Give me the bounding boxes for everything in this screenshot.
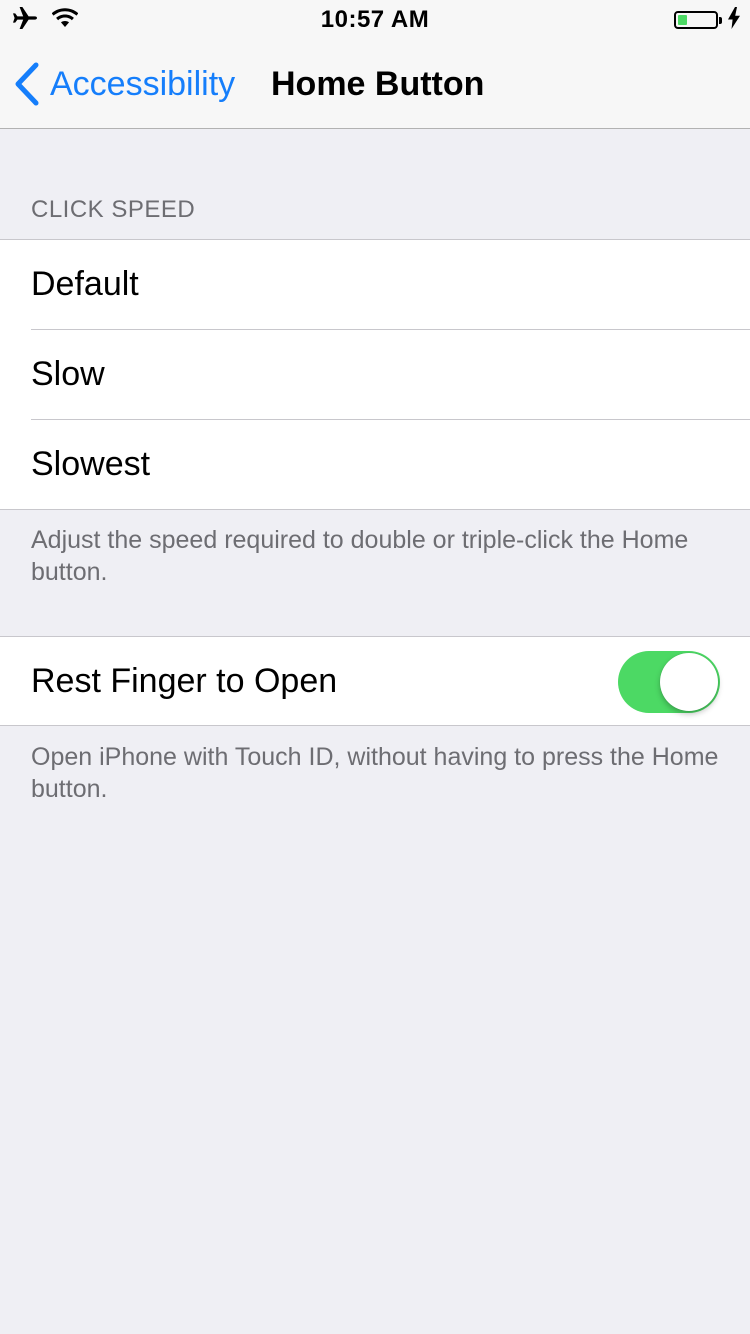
list-item-label: Slow [31, 355, 105, 393]
list-item-default[interactable]: Default [0, 240, 750, 329]
status-time: 10:57 AM [320, 6, 430, 33]
navigation-bar: Accessibility Home Button [0, 40, 750, 129]
chevron-left-icon [14, 62, 40, 106]
back-button[interactable]: Accessibility [14, 40, 235, 128]
rest-finger-label: Rest Finger to Open [31, 661, 338, 700]
charging-bolt-icon [728, 6, 740, 34]
list-item-slowest[interactable]: Slowest [31, 419, 750, 509]
rest-finger-group: Rest Finger to Open [0, 636, 750, 726]
list-item-label: Default [31, 265, 139, 303]
page-title: Home Button [271, 65, 485, 103]
list-item-label: Slowest [31, 445, 151, 483]
status-bar: 10:57 AM [0, 0, 750, 40]
click-speed-footer: Adjust the speed required to double or t… [31, 526, 689, 586]
list-item-slow[interactable]: Slow [31, 329, 750, 419]
rest-finger-toggle[interactable] [618, 651, 720, 713]
status-right-icons [674, 6, 740, 34]
battery-icon [674, 11, 722, 29]
rest-finger-footer: Open iPhone with Touch ID, without havin… [31, 743, 719, 803]
click-speed-list: Default Slow Slowest [0, 239, 750, 510]
battery-level-fill [678, 15, 687, 25]
section-header-click-speed: CLICK SPEED [31, 196, 196, 223]
rest-finger-row: Rest Finger to Open [0, 637, 750, 725]
toggle-knob [660, 653, 718, 711]
back-button-label: Accessibility [50, 64, 236, 103]
